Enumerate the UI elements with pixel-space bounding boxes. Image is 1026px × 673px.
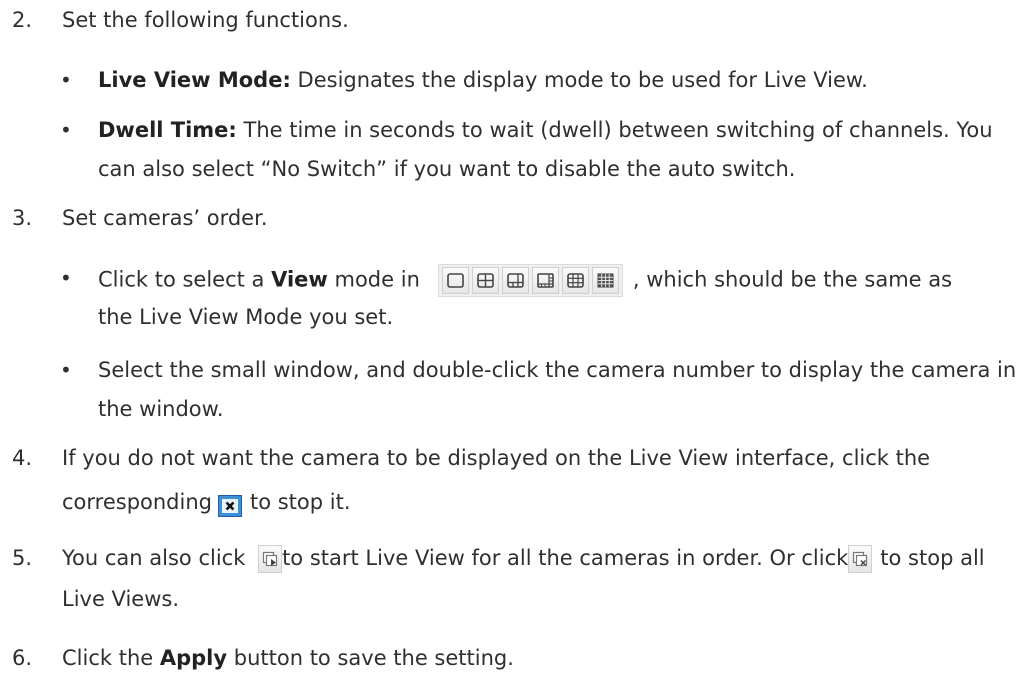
text: Select the small window, and double-clic… (98, 358, 1017, 382)
start-all-live-view-icon[interactable] (258, 545, 283, 573)
text: , which should be the same as (632, 267, 953, 292)
bullet-icon: • (60, 118, 72, 142)
term-description-cont: can also select “No Switch” if you want … (98, 157, 796, 181)
text: Click the (62, 646, 160, 670)
16-window-layout-icon[interactable] (591, 267, 619, 294)
step-number: 5. (12, 546, 33, 570)
text: to stop all (880, 546, 985, 570)
step-number: 6. (12, 646, 33, 670)
term-label: Live View Mode: (98, 68, 291, 92)
step-text: Set cameras’ order. (62, 206, 268, 230)
term-description: The time in seconds to wait (dwell) betw… (236, 118, 993, 142)
step-number: 4. (12, 446, 33, 470)
text: Click to select a (98, 267, 272, 292)
8-window-layout-icon[interactable] (531, 267, 559, 294)
bullet-icon: • (60, 266, 72, 290)
text-cont: Live Views. (62, 587, 180, 611)
layout-mode-toolbar (437, 264, 623, 297)
text-cont: the Live View Mode you set. (98, 305, 394, 329)
stop-live-view-icon[interactable] (217, 495, 242, 517)
text: corresponding (62, 490, 212, 514)
text: button to save the setting. (227, 646, 514, 670)
1-window-layout-icon[interactable] (441, 267, 469, 294)
6-window-layout-icon[interactable] (501, 267, 529, 294)
term-description: Designates the display mode to be used f… (290, 68, 868, 92)
text: to start Live View for all the cameras i… (282, 546, 849, 570)
step-text: If you do not want the camera to be disp… (62, 446, 931, 470)
text: mode in (327, 267, 420, 292)
9-window-layout-icon[interactable] (561, 267, 589, 294)
term-label: Dwell Time: (98, 118, 237, 142)
bullet-icon: • (60, 68, 72, 92)
4-window-layout-icon[interactable] (471, 267, 499, 294)
apply-keyword: Apply (159, 646, 228, 670)
stop-all-live-view-icon[interactable] (848, 545, 873, 573)
text: You can also click (62, 546, 246, 570)
step-text: Set the following functions. (62, 8, 349, 32)
text-cont: the window. (98, 397, 224, 421)
step-number: 3. (12, 206, 33, 230)
view-keyword: View (271, 267, 328, 292)
text: to stop it. (249, 490, 351, 514)
step-number: 2. (12, 8, 33, 32)
bullet-icon: • (60, 358, 72, 382)
